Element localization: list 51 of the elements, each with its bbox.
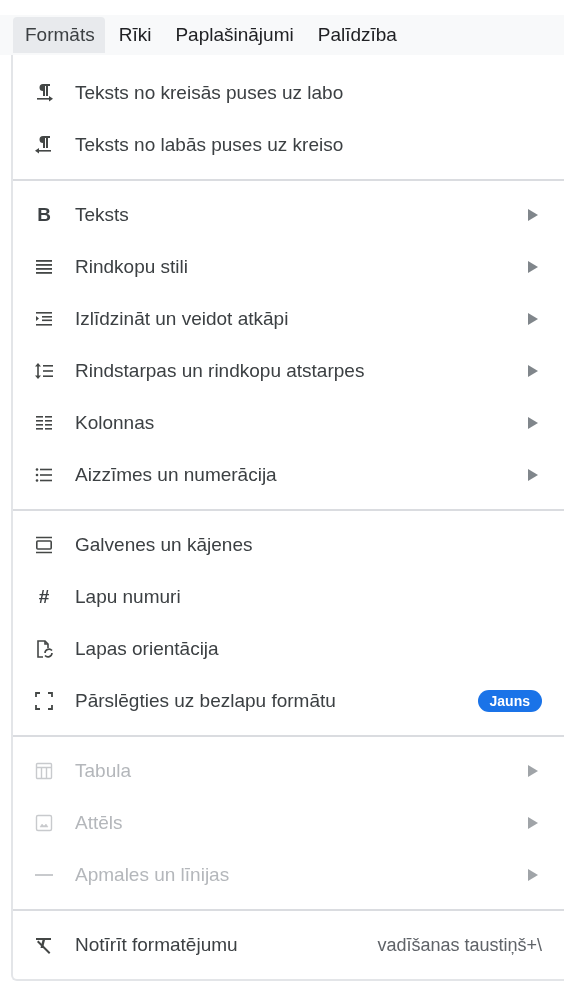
menu-item-label: Tabula <box>75 760 132 782</box>
menu-item-label: Kolonnas <box>75 412 156 434</box>
menu-item-label: Notīrīt formatējumu <box>75 934 239 956</box>
paragraph-arrow-icon <box>34 83 54 103</box>
lines-icon <box>34 257 54 277</box>
format-icon: # <box>38 587 50 607</box>
menu-item[interactable]: Aizzīmes un numerācija <box>13 449 564 501</box>
menu-item-label: Attēls <box>75 812 124 834</box>
menu-bar-item[interactable]: Formāts <box>13 17 105 53</box>
paragraph-arrow-icon <box>34 135 54 155</box>
header-footer-icon <box>34 535 54 555</box>
menu-item-label: Aizzīmes un numerācija <box>75 464 278 486</box>
menu-item[interactable]: Rindstarpas un rindkopu atstarpes <box>13 345 564 397</box>
line-icon <box>35 874 53 876</box>
menu-item[interactable]: B Teksts <box>13 189 564 241</box>
menu-item-label: Apmales un līnijas <box>75 864 231 886</box>
line-spacing-icon <box>34 361 54 381</box>
menu-item-label: Galvenes un kājenes <box>75 534 254 556</box>
menu-bar-item[interactable]: Rīki <box>106 17 162 53</box>
new-badge: Jauns <box>477 690 542 712</box>
menu-item[interactable]: Kolonnas <box>13 397 564 449</box>
menu-item-label: Teksts <box>75 204 130 226</box>
menu-item-label: Teksts no labās puses uz kreiso <box>75 134 345 156</box>
menu-bar-item[interactable]: Palīdzība <box>305 17 407 53</box>
menu-item[interactable]: Galvenes un kājenes <box>13 519 564 571</box>
menu-item-label: Lapu numuri <box>75 586 182 608</box>
menu-item[interactable]: Teksts no kreisās puses uz labo <box>13 67 564 119</box>
menu-item-label: Izlīdzināt un veidot atkāpi <box>75 308 290 330</box>
menu-item-label: Rindkopu stili <box>75 256 189 278</box>
indent-icon <box>34 309 54 329</box>
menu-item-label: Lapas orientācija <box>75 638 220 660</box>
table-icon <box>34 761 54 781</box>
menu-item[interactable]: Pārslēgties uz bezlapu formātu Jauns <box>13 675 564 727</box>
format-icon: B <box>37 205 51 225</box>
menu-item[interactable]: Izlīdzināt un veidot atkāpi <box>13 293 564 345</box>
menu-item-label: Pārslēgties uz bezlapu formātu <box>75 690 337 712</box>
page-rotate-icon <box>34 639 54 659</box>
bullet-list-icon <box>34 465 54 485</box>
shortcut-text: vadīšanas taustiņš+\ <box>377 934 542 956</box>
menu-item[interactable]: Lapas orientācija <box>13 623 564 675</box>
menu-item-label: Teksts no kreisās puses uz labo <box>75 82 345 104</box>
columns-icon <box>34 413 54 433</box>
clear-format-icon <box>34 935 54 955</box>
menu-item[interactable]: Rindkopu stili <box>13 241 564 293</box>
dashed-frame-icon <box>34 691 54 711</box>
menu-item-label: Rindstarpas un rindkopu atstarpes <box>75 360 366 382</box>
image-icon <box>34 813 54 833</box>
menu-item[interactable]: Notīrīt formatējumu vadīšanas taustiņš+\ <box>13 919 564 971</box>
menu-bar-item[interactable]: Paplašinājumi <box>163 17 304 53</box>
menu-item[interactable]: Teksts no labās puses uz kreiso <box>13 119 564 171</box>
menu-item[interactable]: # Lapu numuri <box>13 571 564 623</box>
